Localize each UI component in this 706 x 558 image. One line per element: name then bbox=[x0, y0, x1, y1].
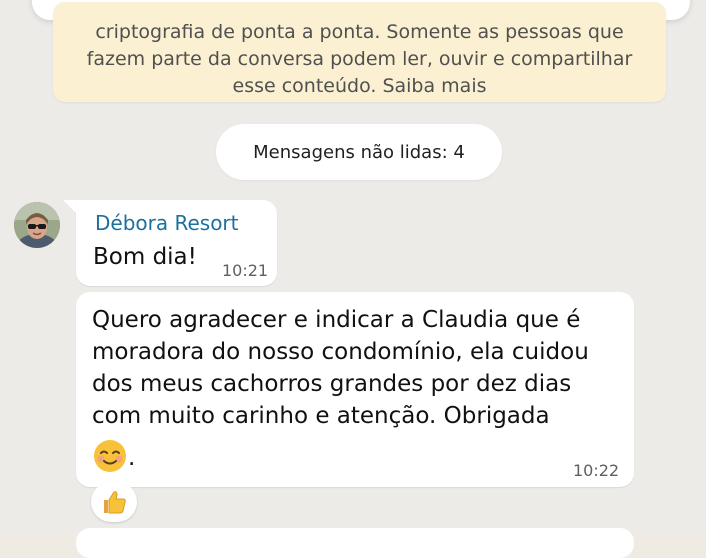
reaction-chip[interactable] bbox=[91, 482, 137, 522]
smiling-face-emoji-icon bbox=[94, 440, 126, 472]
encryption-notice-line: criptografia de ponta a ponta. Somente a… bbox=[95, 21, 624, 43]
message-bubble[interactable]: Débora Resort Bom dia! 10:21 bbox=[76, 200, 277, 286]
unread-messages-label: Mensagens não lidas: 4 bbox=[253, 141, 465, 163]
encryption-notice-line: esse conteúdo. Saiba mais bbox=[232, 75, 487, 97]
message-text-line: com muito carinho e atenção. Obrigada bbox=[92, 403, 550, 429]
message-bubble-partial[interactable] bbox=[76, 528, 634, 558]
message-text-line: moradora do nosso condomínio, ela cuidou bbox=[92, 339, 589, 365]
message-bubble-tail bbox=[63, 200, 77, 214]
encryption-notice-line: fazem parte da conversa podem ler, ouvir… bbox=[86, 48, 633, 70]
message-time: 10:22 bbox=[573, 461, 620, 480]
profile-photo-avatar-icon bbox=[14, 202, 60, 248]
chat-area[interactable]: criptografia de ponta a ponta. Somente a… bbox=[0, 0, 706, 558]
message-bubble[interactable]: Quero agradecer e indicar a Claudia que … bbox=[76, 292, 634, 487]
encryption-notice[interactable]: criptografia de ponta a ponta. Somente a… bbox=[53, 2, 666, 102]
message-trailing-text: . bbox=[128, 445, 136, 471]
thumbs-up-emoji-icon bbox=[104, 491, 126, 514]
message-text: Bom dia! bbox=[93, 244, 197, 270]
message-text-line: Quero agradecer e indicar a Claudia que … bbox=[92, 307, 581, 333]
message-time: 10:21 bbox=[222, 261, 269, 280]
message-text-line: dos meus cachorros grandes por dez dias bbox=[92, 371, 572, 397]
unread-messages-divider: Mensagens não lidas: 4 bbox=[216, 124, 502, 180]
sender-name[interactable]: Débora Resort bbox=[95, 211, 239, 235]
profile-photo-avatar[interactable] bbox=[14, 202, 60, 248]
